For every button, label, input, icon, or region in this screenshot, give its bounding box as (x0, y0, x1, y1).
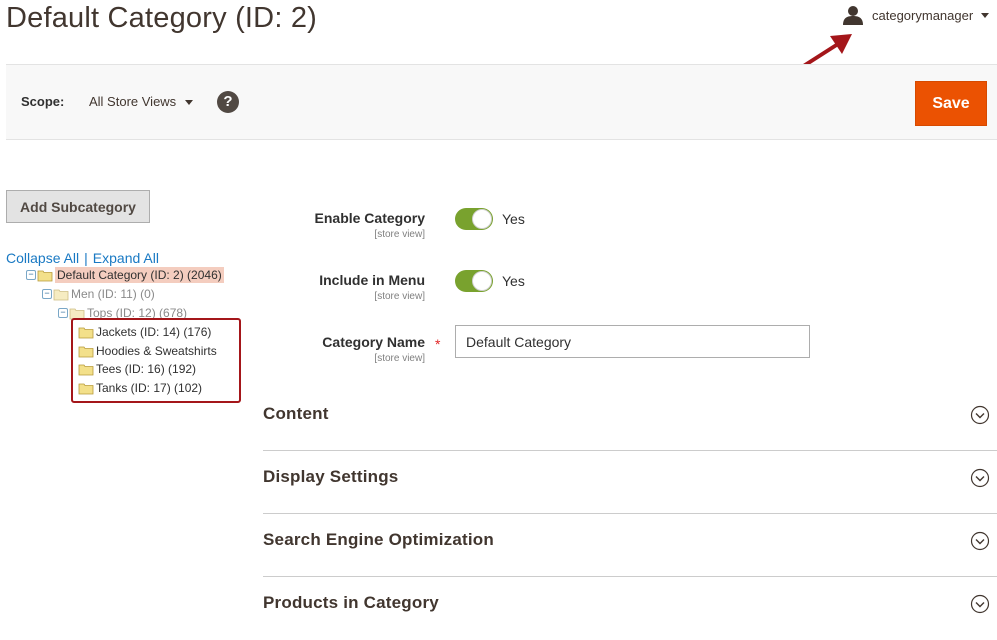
section-title: Search Engine Optimization (263, 530, 494, 549)
enable-category-label: Enable Category (314, 210, 425, 226)
section-products-in-category[interactable]: Products in Category (263, 577, 997, 640)
toggle-knob (472, 271, 492, 291)
tree-links-separator: | (84, 250, 88, 266)
chevron-down-circle-icon (970, 531, 990, 551)
tree-controls: Collapse All | Expand All (6, 250, 159, 266)
collapse-node-icon[interactable]: − (42, 289, 52, 299)
category-name-scope: [store view] (374, 353, 425, 364)
scope-label: Scope: (21, 94, 65, 109)
help-icon[interactable]: ? (217, 91, 239, 113)
folder-icon (53, 289, 69, 300)
section-title: Products in Category (263, 593, 439, 612)
toggle-knob (472, 209, 492, 229)
user-icon (843, 6, 863, 25)
chevron-down-circle-icon (970, 468, 990, 488)
chevron-down-circle-icon (970, 405, 990, 425)
include-in-menu-value: Yes (502, 273, 525, 289)
required-indicator: * (435, 336, 441, 352)
tree-node-default-category[interactable]: − Default Category (ID: 2) (2046) (26, 267, 224, 283)
category-name-label: Category Name (322, 334, 425, 350)
include-in-menu-toggle[interactable] (455, 270, 493, 292)
scope-switcher[interactable]: All Store Views (89, 94, 194, 109)
section-title: Display Settings (263, 467, 399, 486)
section-search-engine-optimization[interactable]: Search Engine Optimization (263, 514, 997, 577)
tree-node-men[interactable]: − Men (ID: 11) (0) (42, 287, 155, 301)
page-title: Default Category (ID: 2) (6, 2, 318, 34)
section-content[interactable]: Content (263, 388, 997, 451)
page-actions-toolbar: Scope: All Store Views ? Save (6, 64, 997, 140)
add-subcategory-button[interactable]: Add Subcategory (6, 190, 150, 223)
expand-all-link[interactable]: Expand All (93, 250, 159, 266)
collapse-node-icon[interactable]: − (58, 308, 68, 318)
include-in-menu-scope: [store view] (374, 291, 425, 302)
annotation-highlight-box (71, 318, 241, 403)
section-display-settings[interactable]: Display Settings (263, 451, 997, 514)
section-title: Content (263, 404, 329, 423)
folder-icon (37, 270, 53, 281)
enable-category-scope: [store view] (374, 229, 425, 240)
save-button[interactable]: Save (915, 81, 987, 126)
caret-down-icon (185, 100, 194, 105)
tree-node-label: Default Category (ID: 2) (2046) (55, 267, 224, 283)
user-name: categorymanager (872, 7, 974, 23)
enable-category-toggle[interactable] (455, 208, 493, 230)
chevron-down-circle-icon (970, 594, 990, 614)
include-in-menu-label: Include in Menu (319, 272, 425, 288)
collapse-node-icon[interactable]: − (26, 270, 36, 280)
user-menu[interactable]: categorymanager (842, 4, 990, 26)
category-name-input[interactable] (455, 325, 810, 358)
enable-category-value: Yes (502, 211, 525, 227)
tree-node-label: Men (ID: 11) (0) (71, 287, 155, 301)
collapse-all-link[interactable]: Collapse All (6, 250, 79, 266)
caret-down-icon (981, 12, 990, 18)
scope-value: All Store Views (89, 94, 177, 109)
